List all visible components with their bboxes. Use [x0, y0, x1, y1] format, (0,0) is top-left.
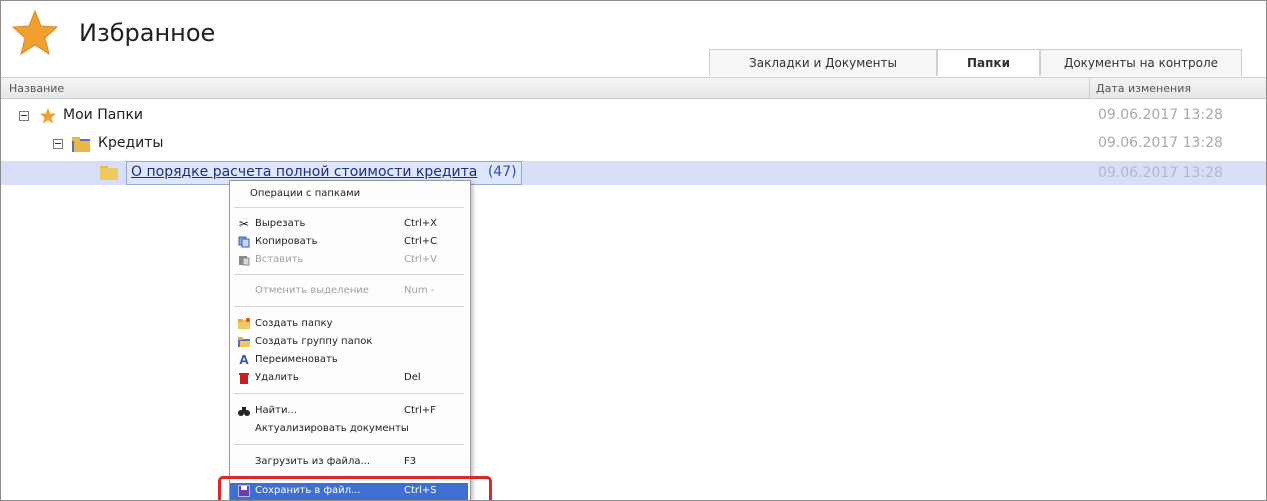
- star-icon: [40, 108, 56, 124]
- menu-item-label: Создать группу папок: [255, 336, 373, 347]
- tree-item-label: Кредиты: [98, 135, 164, 151]
- menu-item-cut[interactable]: ✂ Вырезать Ctrl+X: [230, 216, 468, 233]
- menu-item-load-from-file[interactable]: Загрузить из файла... F3: [230, 454, 468, 471]
- star-icon: [11, 9, 59, 56]
- menu-item-rename[interactable]: A Переименовать: [230, 352, 468, 369]
- column-date-header[interactable]: Дата изменения: [1096, 82, 1191, 95]
- tree-row-selected-folder[interactable]: О порядке расчета полной стоимости креди…: [1, 161, 1266, 185]
- scissors-icon: ✂: [238, 217, 250, 231]
- folder-group-icon: [72, 137, 90, 152]
- menu-item-deselect[interactable]: Отменить выделение Num -: [230, 283, 468, 300]
- collapse-toggle-icon[interactable]: [53, 139, 63, 149]
- context-menu-header: Операции с папками: [250, 188, 361, 199]
- column-divider[interactable]: [1089, 78, 1090, 100]
- tree-row-credits[interactable]: Кредиты 09.06.2017 13:28: [1, 131, 1266, 157]
- tab-bar: Закладки и Документы Папки Документы на …: [709, 49, 1242, 77]
- menu-item-shortcut: Ctrl+X: [404, 218, 438, 229]
- menu-item-shortcut: Ctrl+F: [404, 405, 436, 416]
- page-title: Избранное: [79, 19, 216, 47]
- menu-separator: [234, 444, 464, 445]
- menu-item-label: Вырезать: [255, 218, 306, 229]
- modified-date: 09.06.2017 13:28: [1098, 135, 1223, 151]
- document-count: (47): [487, 164, 517, 180]
- folder-icon: [100, 166, 118, 180]
- menu-item-label: Отменить выделение: [255, 285, 369, 296]
- menu-item-shortcut: Num -: [404, 285, 435, 296]
- menu-separator: [234, 274, 464, 275]
- column-name-header[interactable]: Название: [9, 82, 64, 95]
- menu-item-label: Актуализировать документы: [255, 423, 409, 434]
- menu-item-shortcut: F3: [404, 456, 417, 467]
- trash-icon: [237, 371, 251, 385]
- column-header: Название Дата изменения: [1, 77, 1266, 100]
- tab-folders[interactable]: Папки: [937, 49, 1040, 76]
- menu-item-label: Найти...: [255, 405, 298, 416]
- menu-item-shortcut: Ctrl+V: [404, 254, 438, 265]
- menu-item-shortcut: Ctrl+C: [404, 236, 438, 247]
- folder-group-icon: [237, 335, 251, 349]
- copy-icon: [237, 235, 251, 249]
- menu-item-label: Переименовать: [255, 354, 338, 365]
- tree-row-my-folders[interactable]: Мои Папки 09.06.2017 13:28: [1, 103, 1266, 129]
- menu-separator: [234, 306, 464, 307]
- rename-icon: A: [239, 353, 249, 367]
- tree-item-label: Мои Папки: [63, 107, 144, 123]
- new-folder-icon: [237, 317, 251, 331]
- menu-item-update-documents[interactable]: Актуализировать документы: [230, 421, 468, 438]
- menu-separator: [234, 393, 464, 394]
- annotation-highlight: [218, 476, 492, 500]
- menu-item-copy[interactable]: Копировать Ctrl+C: [230, 234, 468, 251]
- menu-item-shortcut: Del: [404, 372, 421, 383]
- tab-controlled-documents[interactable]: Документы на контроле: [1040, 49, 1242, 76]
- menu-item-label: Вставить: [255, 254, 304, 265]
- menu-item-find[interactable]: Найти... Ctrl+F: [230, 403, 468, 420]
- menu-item-paste[interactable]: Вставить Ctrl+V: [230, 252, 468, 269]
- modified-date: 09.06.2017 13:28: [1098, 107, 1223, 123]
- tab-bookmarks-documents[interactable]: Закладки и Документы: [709, 49, 937, 76]
- menu-item-create-folder-group[interactable]: Создать группу папок: [230, 334, 468, 351]
- collapse-toggle-icon[interactable]: [19, 111, 29, 121]
- modified-date: 09.06.2017 13:28: [1098, 165, 1223, 181]
- folder-link[interactable]: О порядке расчета полной стоимости креди…: [131, 164, 477, 180]
- menu-item-label: Загрузить из файла...: [255, 456, 370, 467]
- menu-item-label: Удалить: [255, 372, 299, 383]
- menu-item-delete[interactable]: Удалить Del: [230, 370, 468, 387]
- paste-icon: [237, 253, 251, 267]
- favorites-window: Избранное Закладки и Документы Папки Док…: [0, 0, 1267, 501]
- header: Избранное Закладки и Документы Папки Док…: [1, 1, 1266, 77]
- menu-item-create-folder[interactable]: Создать папку: [230, 316, 468, 333]
- binoculars-icon: [237, 404, 251, 418]
- menu-item-label: Копировать: [255, 236, 318, 247]
- context-menu: Операции с папками ✂ Вырезать Ctrl+X Коп…: [229, 180, 471, 500]
- menu-item-label: Создать папку: [255, 318, 333, 329]
- menu-separator: [234, 207, 464, 208]
